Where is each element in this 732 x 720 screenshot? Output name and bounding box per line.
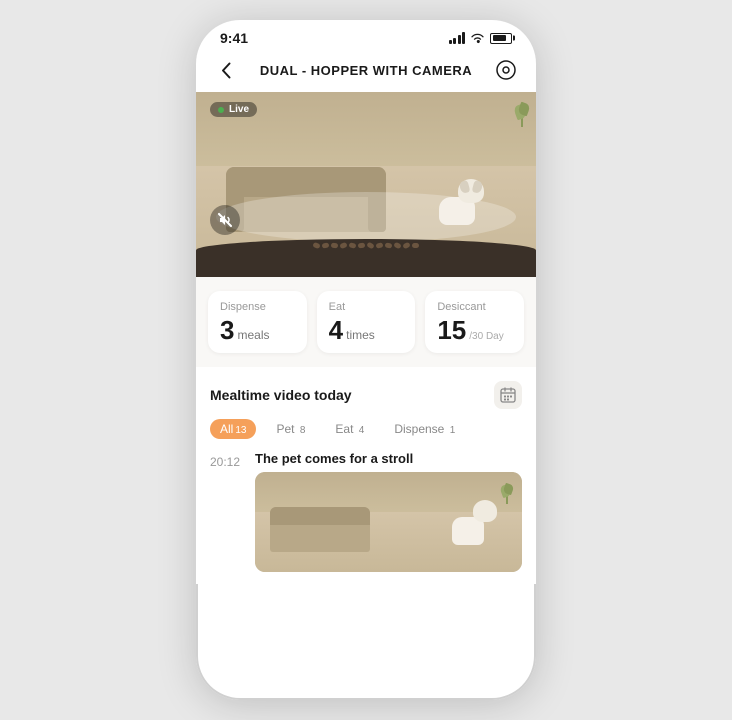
phone-shell: 9:41 DUAL - HOPPER WITH CAMER (196, 20, 536, 700)
stat-dispense-value: 3 (220, 317, 234, 343)
stat-dispense-unit: meals (237, 328, 269, 342)
thumb-sofa (270, 507, 370, 552)
status-bar: 9:41 (196, 20, 536, 50)
settings-button[interactable] (492, 56, 520, 84)
calendar-button[interactable] (494, 381, 522, 409)
video-entry[interactable]: 20:12 The pet comes for a stroll (210, 451, 522, 584)
filter-pet[interactable]: Pet 8 (266, 419, 315, 439)
back-button[interactable] (212, 56, 240, 84)
video-time: 20:12 (210, 451, 245, 469)
dog-figure (431, 175, 486, 235)
stat-eat: Eat 4 times (317, 291, 416, 353)
camera-feed: Live (196, 92, 536, 277)
live-label: Live (229, 104, 249, 115)
video-thumbnail[interactable] (255, 472, 522, 572)
video-content: The pet comes for a stroll (255, 451, 522, 572)
plant-decoration (513, 97, 531, 127)
filter-dispense[interactable]: Dispense 1 (384, 419, 465, 439)
food-bowl (196, 239, 536, 277)
status-time: 9:41 (220, 30, 248, 46)
stat-eat-value: 4 (329, 317, 343, 343)
thumb-dog (447, 495, 497, 550)
nav-bar: DUAL - HOPPER WITH CAMERA (196, 50, 536, 92)
wifi-icon (470, 33, 485, 44)
live-indicator (218, 107, 224, 113)
stat-desiccant-unit: /30 Day (469, 331, 503, 342)
mute-button[interactable] (210, 205, 240, 235)
signal-icon (449, 32, 466, 44)
filter-all[interactable]: All13 (210, 419, 256, 439)
stats-row: Dispense 3 meals Eat 4 times Desiccant 1… (196, 277, 536, 367)
mealtime-section: Mealtime video today All13 (196, 367, 536, 584)
section-title: Mealtime video today (210, 387, 352, 403)
stat-eat-label: Eat (329, 301, 404, 313)
filter-eat[interactable]: Eat 4 (325, 419, 374, 439)
stat-desiccant: Desiccant 15 /30 Day (425, 291, 524, 353)
stat-desiccant-value: 15 (437, 317, 466, 343)
battery-icon (490, 33, 512, 44)
stat-eat-unit: times (346, 328, 375, 342)
page-title: DUAL - HOPPER WITH CAMERA (260, 63, 472, 78)
stat-dispense: Dispense 3 meals (208, 291, 307, 353)
filter-tabs: All13 Pet 8 Eat 4 Dispense 1 (210, 419, 522, 439)
status-icons (449, 32, 513, 44)
stat-dispense-label: Dispense (220, 301, 295, 313)
video-title: The pet comes for a stroll (255, 451, 522, 466)
live-badge: Live (210, 102, 257, 117)
section-header: Mealtime video today (210, 381, 522, 409)
stat-desiccant-label: Desiccant (437, 301, 512, 313)
